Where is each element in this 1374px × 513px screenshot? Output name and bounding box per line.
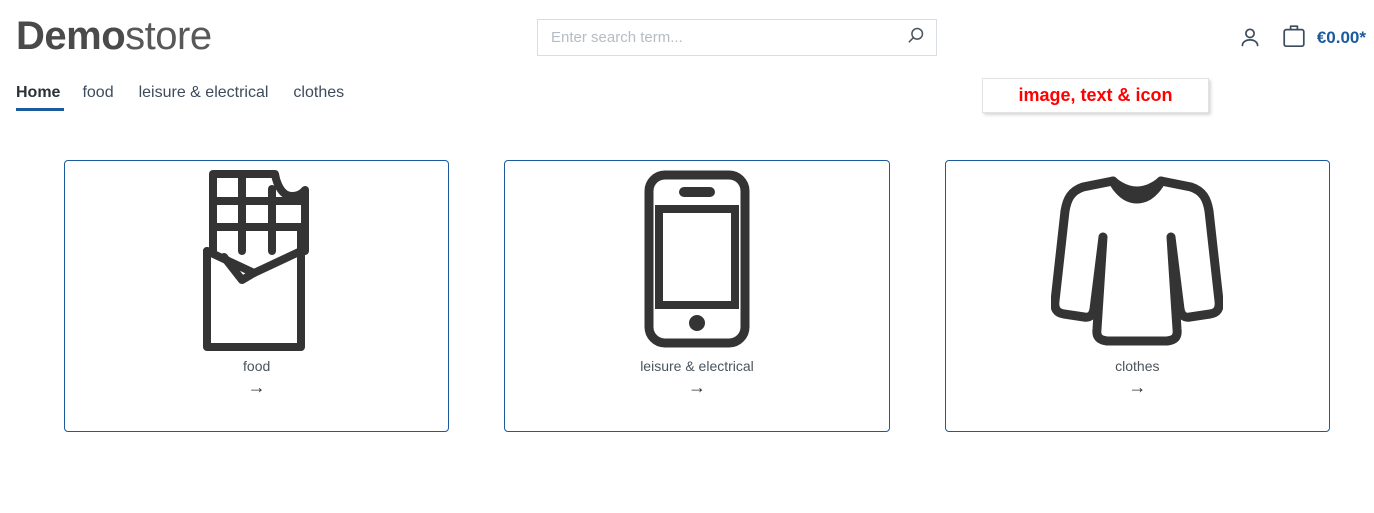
cart-total-amount: €0.00*: [1316, 28, 1366, 47]
category-card-clothes[interactable]: clothes →: [944, 160, 1330, 432]
logo-text-primary: Demo: [16, 14, 126, 58]
account-button[interactable]: [1237, 24, 1263, 53]
search-input[interactable]: [538, 20, 896, 55]
nav-item-label: clothes: [293, 84, 345, 101]
header-actions: €0.00*: [1237, 18, 1366, 58]
nav-item-label: Home: [16, 84, 61, 101]
arrow-right-icon: →: [1128, 377, 1147, 397]
nav-item-label: food: [82, 84, 114, 101]
shopping-bag-icon: [1281, 22, 1307, 55]
search-icon: [906, 26, 926, 49]
person-icon: [1237, 24, 1263, 53]
nav-item-food[interactable]: food: [82, 82, 138, 114]
site-header: Demostore Enter search term... €0.00*: [0, 0, 1374, 76]
chocolate-bar-icon: [65, 161, 448, 357]
search-submit-button[interactable]: [896, 20, 936, 55]
category-card-leisure-electrical[interactable]: leisure & electrical →: [504, 160, 890, 432]
annotation-badge-text: image, text & icon: [1018, 85, 1173, 105]
category-card-label: clothes: [1115, 358, 1160, 374]
nav-item-label: leisure & electrical: [138, 84, 269, 101]
arrow-right-icon: →: [247, 377, 266, 397]
nav-item-leisure-electrical[interactable]: leisure & electrical: [139, 82, 294, 114]
category-card-grid: food → leisure & electrical → clothes →: [64, 160, 1330, 432]
search-bar[interactable]: [537, 19, 937, 56]
category-card-label: leisure & electrical: [640, 358, 754, 374]
sweater-icon: [946, 161, 1329, 357]
nav-item-clothes[interactable]: clothes: [293, 82, 369, 114]
category-card-label: food: [243, 358, 271, 374]
annotation-badge: image, text & icon: [982, 78, 1209, 113]
logo-text-secondary: store: [125, 14, 212, 58]
main-navigation: Home food leisure & electrical clothes: [16, 82, 369, 114]
nav-item-home[interactable]: Home: [16, 82, 82, 114]
site-logo[interactable]: Demostore: [16, 10, 212, 62]
cart-button[interactable]: €0.00*: [1281, 22, 1366, 55]
category-card-food[interactable]: food →: [64, 160, 450, 432]
smartphone-icon: [505, 161, 888, 357]
arrow-right-icon: →: [687, 377, 706, 397]
